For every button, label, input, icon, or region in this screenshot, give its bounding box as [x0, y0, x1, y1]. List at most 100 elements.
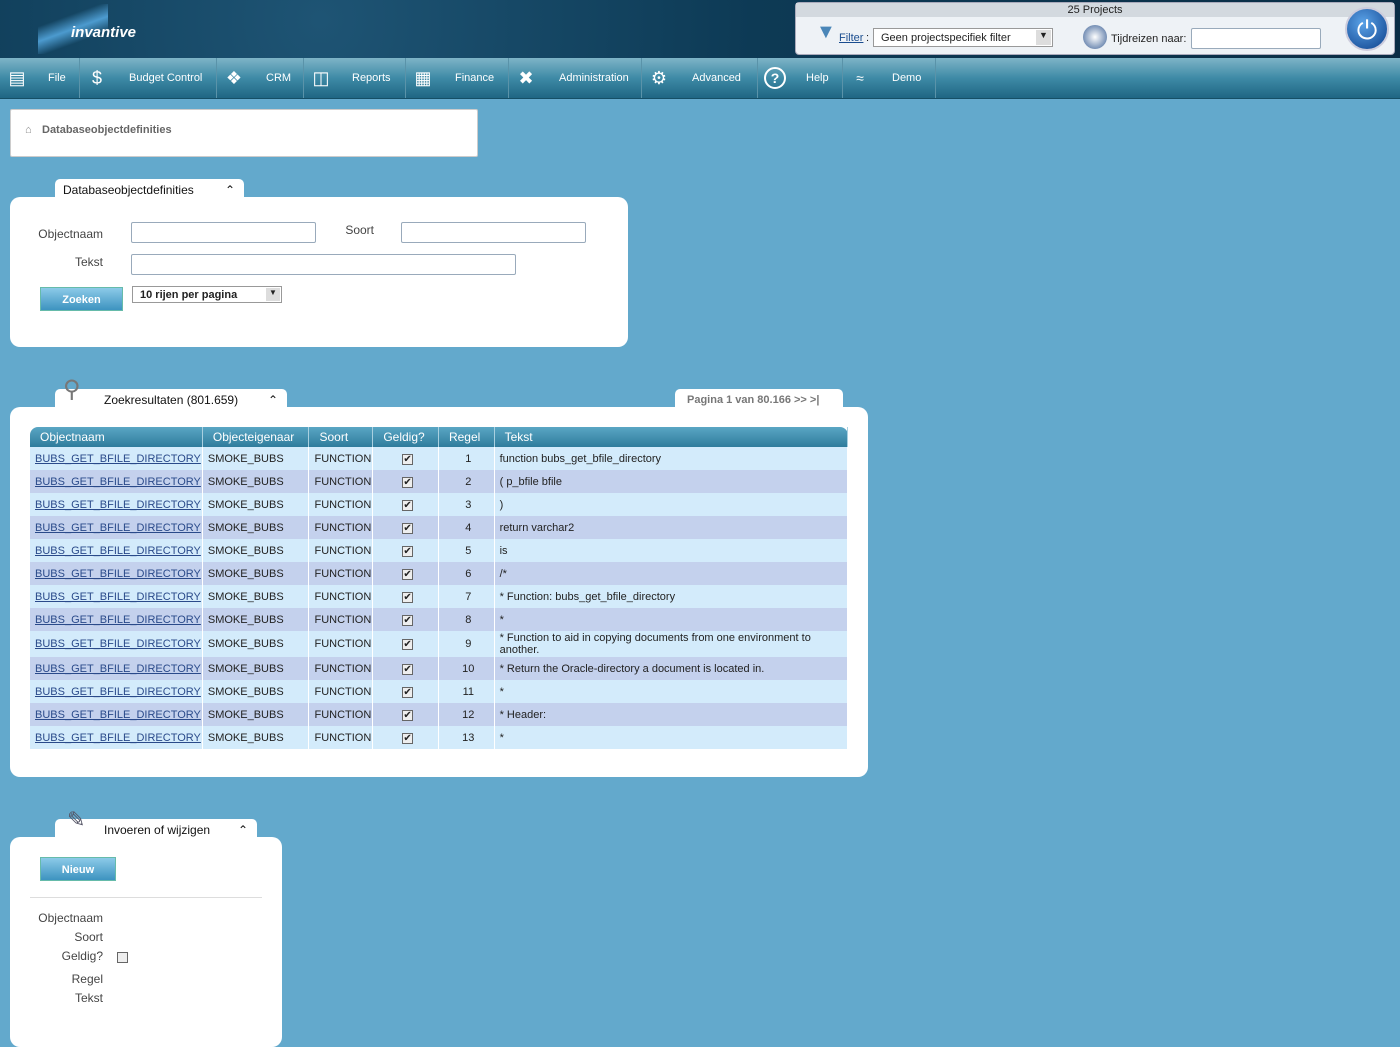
- table-row[interactable]: BUBS_GET_BFILE_DIRECTORY SMOKE_BUBS FUNCTI…: [30, 585, 849, 608]
- filter-select[interactable]: Geen projectspecifiek filter ▼: [873, 28, 1053, 47]
- column-header[interactable]: Regel: [438, 427, 495, 447]
- cell-geldig: ✔: [372, 631, 439, 657]
- invantive-logo[interactable]: invantive: [38, 4, 148, 54]
- object-link[interactable]: BUBS_GET_BFILE_DIRECTORY: [35, 638, 201, 650]
- valid-checkbox: ✔: [402, 522, 414, 534]
- menu-advanced[interactable]: ⚙ Advanced: [642, 58, 758, 98]
- table-row[interactable]: BUBS_GET_BFILE_DIRECTORY SMOKE_BUBS FUNCTI…: [30, 562, 849, 585]
- tekst-input[interactable]: [131, 254, 516, 275]
- object-link[interactable]: BUBS_GET_BFILE_DIRECTORY: [35, 614, 201, 626]
- object-link[interactable]: BUBS_GET_BFILE_DIRECTORY: [35, 686, 201, 698]
- table-row[interactable]: BUBS_GET_BFILE_DIRECTORY SMOKE_BUBS FUNCTI…: [30, 608, 849, 631]
- cell-geldig: ✔: [372, 516, 439, 539]
- table-row[interactable]: BUBS_GET_BFILE_DIRECTORY SMOKE_BUBS FUNCTI…: [30, 703, 849, 726]
- column-header[interactable]: Geldig?: [372, 427, 439, 447]
- cell-geldig: ✔: [372, 539, 439, 562]
- object-link[interactable]: BUBS_GET_BFILE_DIRECTORY: [35, 476, 201, 488]
- soort-input[interactable]: [401, 222, 586, 243]
- cell-objectnaam: BUBS_GET_BFILE_DIRECTORY: [30, 657, 203, 680]
- cell-tekst: ): [494, 493, 849, 516]
- cell-objectnaam: BUBS_GET_BFILE_DIRECTORY: [30, 585, 203, 608]
- menu-finance[interactable]: ▦ Finance: [406, 58, 509, 98]
- cell-tekst: *: [494, 726, 849, 749]
- projects-count: 25 Projects: [796, 3, 1394, 17]
- cell-text: SMOKE_BUBS: [207, 613, 284, 626]
- object-link[interactable]: BUBS_GET_BFILE_DIRECTORY: [35, 522, 201, 534]
- object-link[interactable]: BUBS_GET_BFILE_DIRECTORY: [35, 663, 201, 675]
- cell-tekst: * Return the Oracle-directory a document…: [494, 657, 849, 680]
- column-header[interactable]: Tekst: [494, 427, 849, 447]
- cell-soort: FUNCTION: [308, 447, 374, 470]
- dropdown-arrow-icon: ▼: [1036, 30, 1051, 45]
- power-button[interactable]: ⏻: [1345, 7, 1389, 51]
- table-row[interactable]: BUBS_GET_BFILE_DIRECTORY SMOKE_BUBS FUNCTI…: [30, 470, 849, 493]
- table-row[interactable]: BUBS_GET_BFILE_DIRECTORY SMOKE_BUBS FUNCTI…: [30, 447, 849, 470]
- timetravel-label: Tijdreizen naar:: [1111, 33, 1187, 45]
- object-link[interactable]: BUBS_GET_BFILE_DIRECTORY: [35, 591, 201, 603]
- cell-text: 11: [462, 685, 474, 698]
- column-header[interactable]: Objectnaam: [30, 427, 203, 447]
- cell-text: 12: [462, 708, 475, 721]
- cell-objecteigenaar: SMOKE_BUBS: [202, 447, 310, 470]
- menu-administration[interactable]: ✖ Administration: [509, 58, 642, 98]
- cell-geldig: ✔: [372, 562, 439, 585]
- cell-soort: FUNCTION: [308, 493, 374, 516]
- object-link[interactable]: BUBS_GET_BFILE_DIRECTORY: [35, 453, 201, 465]
- cell-text: * Function: bubs_get_bfile_directory: [499, 590, 676, 603]
- filter-link[interactable]: Filter: [839, 32, 863, 44]
- cell-objectnaam: BUBS_GET_BFILE_DIRECTORY: [30, 726, 203, 749]
- object-link[interactable]: BUBS_GET_BFILE_DIRECTORY: [35, 709, 201, 721]
- cell-text: FUNCTION: [314, 731, 372, 744]
- cell-tekst: * Header:: [494, 703, 849, 726]
- home-icon[interactable]: ⌂: [25, 124, 32, 136]
- timetravel-input[interactable]: [1191, 28, 1321, 49]
- column-header[interactable]: Soort: [308, 427, 374, 447]
- valid-checkbox: ✔: [402, 732, 414, 744]
- cell-text: 6: [465, 567, 472, 580]
- menu-reports[interactable]: ◫ Reports: [304, 58, 406, 98]
- menu-help[interactable]: ? Help: [758, 58, 843, 98]
- menu-budget-control[interactable]: $ Budget Control: [80, 58, 217, 98]
- cell-objecteigenaar: SMOKE_BUBS: [202, 703, 310, 726]
- breadcrumb[interactable]: Databaseobjectdefinities: [42, 124, 172, 136]
- valid-checkbox: ✔: [402, 614, 414, 626]
- object-link[interactable]: BUBS_GET_BFILE_DIRECTORY: [35, 545, 201, 557]
- cell-regel: 3: [438, 493, 495, 516]
- table-row[interactable]: BUBS_GET_BFILE_DIRECTORY SMOKE_BUBS FUNCTI…: [30, 516, 849, 539]
- table-row[interactable]: BUBS_GET_BFILE_DIRECTORY SMOKE_BUBS FUNCTI…: [30, 493, 849, 516]
- table-row[interactable]: BUBS_GET_BFILE_DIRECTORY SMOKE_BUBS FUNCTI…: [30, 680, 849, 703]
- cell-regel: 11: [438, 680, 495, 703]
- regel-label: Regel: [71, 972, 103, 986]
- menu-crm[interactable]: ❖ CRM: [217, 58, 304, 98]
- search-button[interactable]: Zoeken: [40, 287, 123, 311]
- cell-objecteigenaar: SMOKE_BUBS: [202, 608, 310, 631]
- object-link[interactable]: BUBS_GET_BFILE_DIRECTORY: [35, 568, 201, 580]
- presentation-icon: ◫: [312, 68, 330, 88]
- rows-per-page-select[interactable]: 10 rijen per pagina ▼: [132, 286, 282, 303]
- cell-text: FUNCTION: [314, 521, 372, 534]
- results-table: Objectnaam Objecteigenaar Soort Geldig? Rege…: [30, 427, 849, 749]
- menu-file[interactable]: ▤ File: [0, 58, 80, 98]
- geldig-checkbox[interactable]: [117, 952, 128, 963]
- cell-objecteigenaar: SMOKE_BUBS: [202, 493, 310, 516]
- table-row[interactable]: BUBS_GET_BFILE_DIRECTORY SMOKE_BUBS FUNCTI…: [30, 657, 849, 680]
- table-row[interactable]: BUBS_GET_BFILE_DIRECTORY SMOKE_BUBS FUNCTI…: [30, 539, 849, 562]
- demo-logo-icon: ≈: [856, 70, 864, 86]
- menu-demo[interactable]: ≈ Demo: [843, 58, 936, 98]
- cell-regel: 6: [438, 562, 495, 585]
- cell-soort: FUNCTION: [308, 631, 374, 657]
- valid-checkbox: ✔: [402, 545, 414, 557]
- table-row[interactable]: BUBS_GET_BFILE_DIRECTORY SMOKE_BUBS FUNCTI…: [30, 631, 849, 657]
- cell-regel: 1: [438, 447, 495, 470]
- cell-text: *: [499, 731, 504, 744]
- new-button[interactable]: Nieuw: [40, 857, 116, 881]
- cell-text: 8: [465, 613, 472, 626]
- cell-soort: FUNCTION: [308, 470, 374, 493]
- objectnaam-label: Objectnaam: [38, 911, 103, 925]
- table-row[interactable]: BUBS_GET_BFILE_DIRECTORY SMOKE_BUBS FUNCTI…: [30, 726, 849, 749]
- object-link[interactable]: BUBS_GET_BFILE_DIRECTORY: [35, 499, 201, 511]
- column-header[interactable]: Objecteigenaar: [202, 427, 310, 447]
- objectnaam-label: Objectnaam: [38, 227, 103, 241]
- object-link[interactable]: BUBS_GET_BFILE_DIRECTORY: [35, 732, 201, 744]
- objectnaam-input[interactable]: [131, 222, 316, 243]
